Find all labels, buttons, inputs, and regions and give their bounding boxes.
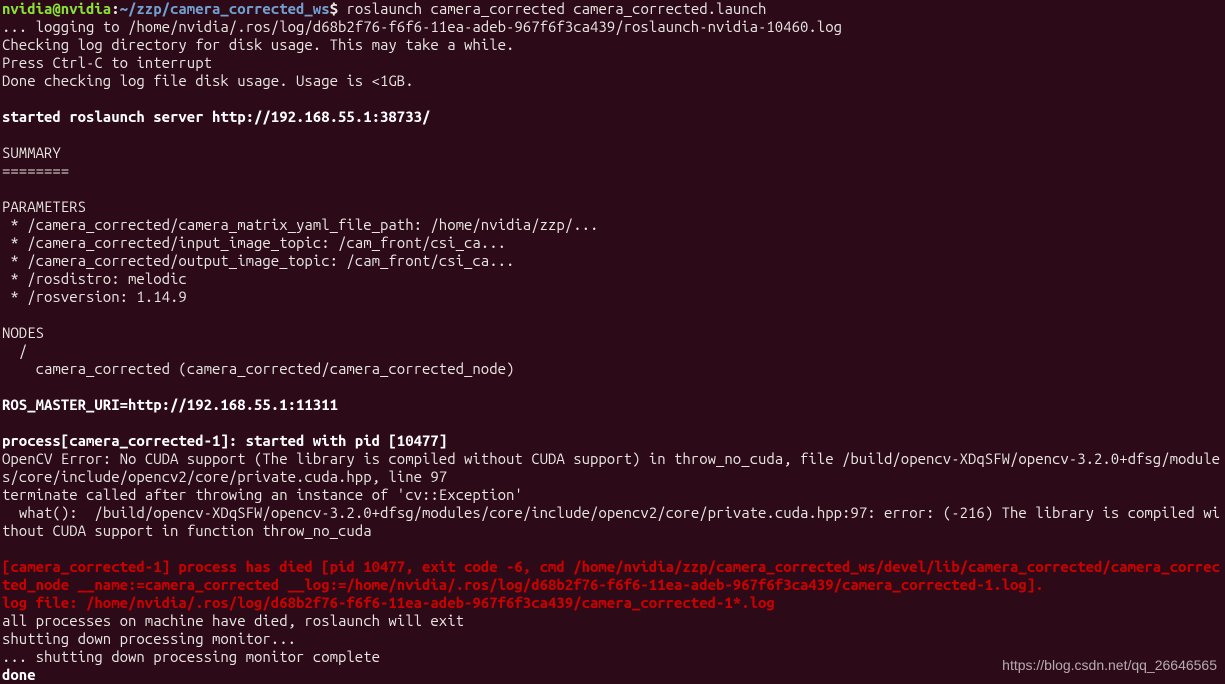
param-line: * /rosdistro: melodic [2,270,187,287]
parameters-header: PARAMETERS [2,198,86,215]
log-line: ... logging to /home/nvidia/.ros/log/d68… [2,18,842,35]
process-died: [camera_corrected-1] process has died [p… [2,558,1220,593]
param-line: * /camera_corrected/input_image_topic: /… [2,234,506,251]
log-line: Press Ctrl-C to interrupt [2,54,212,71]
shutdown-line: ... shutting down processing monitor com… [2,648,380,665]
opencv-error: OpenCV Error: No CUDA support (The libra… [2,450,1220,485]
server-line: started roslaunch server http://192.168.… [2,108,430,125]
shutdown-line: all processes on machine have died, rosl… [2,612,464,629]
terminal-output[interactable]: nvidia@nvidia:~/zzp/camera_corrected_ws$… [0,0,1225,684]
prompt-dollar: $ [330,0,347,17]
logfile-line: log file: /home/nvidia/.ros/log/d68b2f76… [2,594,775,611]
summary-header: SUMMARY [2,144,61,161]
param-line: * /camera_corrected/output_image_topic: … [2,252,514,269]
param-line: * /rosversion: 1.14.9 [2,288,187,305]
prompt-path: ~/zzp/camera_corrected_ws [120,0,330,17]
terminate-line: terminate called after throwing an insta… [2,486,523,503]
process-start: process[camera_corrected-1]: started wit… [2,432,447,449]
command-text: roslaunch camera_corrected camera_correc… [346,0,766,17]
prompt-user: nvidia@nvidia [2,0,111,17]
done-line: done [2,666,36,683]
log-line: Done checking log file disk usage. Usage… [2,72,414,89]
nodes-line: camera_corrected (camera_corrected/camer… [2,360,514,377]
watermark-text: https://blog.csdn.net/qq_26646565 [1002,656,1217,674]
prompt-sep: : [111,0,119,17]
log-line: Checking log directory for disk usage. T… [2,36,514,53]
nodes-root: / [2,342,27,359]
what-line: what(): /build/opencv-XDqSFW/opencv-3.2.… [2,504,1220,539]
nodes-header: NODES [2,324,44,341]
summary-sep: ======== [2,162,69,179]
master-uri: ROS_MASTER_URI=http://192.168.55.1:11311 [2,396,338,413]
shutdown-line: shutting down processing monitor... [2,630,296,647]
param-line: * /camera_corrected/camera_matrix_yaml_f… [2,216,598,233]
